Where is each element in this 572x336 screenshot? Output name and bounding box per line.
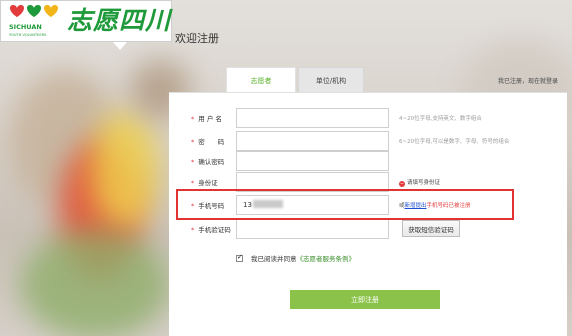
password-hint: 6~20位字母,可以是数字、字母、符号的组合 bbox=[399, 139, 510, 145]
sms-code-input[interactable] bbox=[236, 219, 389, 239]
error-icon: − bbox=[399, 181, 405, 187]
tab-organization[interactable]: 单位/机构 bbox=[298, 67, 364, 93]
password-row: * 密 码 6~20位字母,可以是数字、字母、符号的组合 bbox=[169, 131, 567, 151]
sms-code-row: * 手机验证码 获取短信验证码 bbox=[169, 219, 567, 239]
required-marker: * bbox=[191, 138, 195, 146]
confirm-password-label: 确认密码 bbox=[198, 158, 225, 166]
agreement-text: 我已阅读并同意 bbox=[251, 255, 297, 263]
logo-emblem-icon: SICHUAN YOUTH VOLUNTEERS bbox=[5, 2, 65, 40]
username-row: * 用 户 名 4~20位字母,支持英文、数字组合 bbox=[169, 108, 567, 128]
id-card-label: 身份证 bbox=[198, 179, 218, 187]
sms-code-label: 手机验证码 bbox=[198, 226, 231, 234]
site-logo[interactable]: SICHUAN YOUTH VOLUNTEERS 志愿四川 bbox=[0, 0, 172, 42]
required-marker: * bbox=[191, 115, 195, 123]
username-hint: 4~20位字母,支持英文、数字组合 bbox=[399, 116, 482, 122]
register-button[interactable]: 立即注册 bbox=[290, 290, 440, 309]
registration-tabs: 志愿者 单位/机构 bbox=[226, 67, 364, 93]
confirm-password-row: * 确认密码 bbox=[169, 151, 567, 171]
id-card-error: − 请填写身份证 bbox=[399, 180, 441, 187]
annotation-highlight-box bbox=[176, 189, 514, 220]
required-marker: * bbox=[191, 158, 195, 166]
username-label: 用 户 名 bbox=[198, 115, 222, 123]
username-input[interactable] bbox=[236, 108, 389, 128]
get-sms-code-button[interactable]: 获取短信验证码 bbox=[402, 220, 460, 237]
login-link[interactable]: 我已注册，现在就登录 bbox=[498, 76, 558, 85]
tab-volunteer[interactable]: 志愿者 bbox=[226, 67, 296, 93]
confirm-password-input[interactable] bbox=[236, 151, 389, 171]
svg-text:YOUTH VOLUNTEERS: YOUTH VOLUNTEERS bbox=[9, 33, 47, 37]
agreement-checkbox[interactable] bbox=[236, 253, 243, 262]
password-label: 密 码 bbox=[198, 138, 225, 146]
required-marker: * bbox=[191, 179, 195, 187]
required-marker: * bbox=[191, 226, 195, 234]
password-input[interactable] bbox=[236, 131, 389, 151]
svg-text:SICHUAN: SICHUAN bbox=[9, 23, 42, 31]
agreement-row: 我已阅读并同意《志愿者服务条例》 bbox=[236, 253, 355, 263]
policy-link[interactable]: 《志愿者服务条例》 bbox=[297, 255, 356, 263]
page-title: 欢迎注册 bbox=[175, 32, 219, 45]
logo-pointer bbox=[113, 42, 127, 50]
brand-name: 志愿四川 bbox=[67, 6, 172, 35]
